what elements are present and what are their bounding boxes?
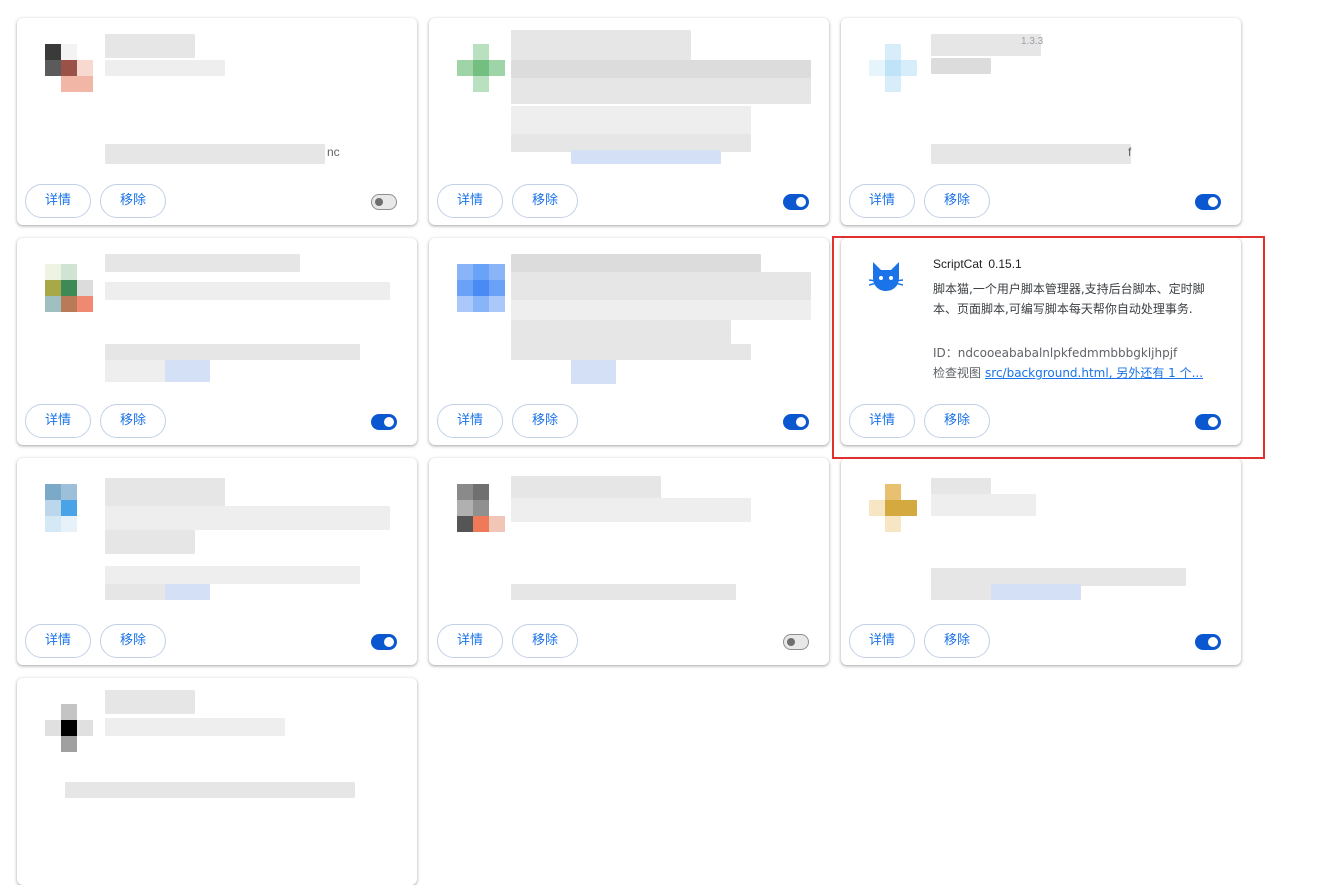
remove-button[interactable]: 移除 <box>924 404 990 438</box>
enable-toggle[interactable] <box>371 414 397 430</box>
extension-icon <box>457 44 505 92</box>
enable-toggle[interactable] <box>783 414 809 430</box>
remove-button[interactable]: 移除 <box>924 624 990 658</box>
details-button[interactable]: 详情 <box>849 624 915 658</box>
extension-icon <box>869 484 917 532</box>
remove-button[interactable]: 移除 <box>100 184 166 218</box>
details-button[interactable]: 详情 <box>437 404 503 438</box>
extension-version: 0.15.1 <box>988 257 1022 271</box>
inspect-views-link[interactable]: src/background.html, 另外还有 1 个... <box>985 366 1203 380</box>
version-fragment: 1.3.3 <box>1021 36 1044 47</box>
extension-card: 详情 移除 <box>429 458 829 665</box>
remove-button[interactable]: 移除 <box>924 184 990 218</box>
details-button[interactable]: 详情 <box>437 184 503 218</box>
extension-card: 详情 移除 <box>17 238 417 445</box>
extension-icon <box>45 264 93 312</box>
scriptcat-extension-card: ScriptCat 0.15.1 脚本猫,一个用户脚本管理器,支持后台脚本、定时脚… <box>841 238 1241 445</box>
extension-id-fragment: f <box>1128 145 1132 159</box>
extension-icon <box>457 484 505 532</box>
extension-card: 详情 移除 <box>841 458 1241 665</box>
extension-card: 1.3.3 f 详情 移除 <box>841 18 1241 225</box>
enable-toggle[interactable] <box>783 194 809 210</box>
remove-button[interactable]: 移除 <box>512 184 578 218</box>
details-button[interactable]: 详情 <box>849 184 915 218</box>
cat-icon <box>869 262 903 291</box>
extension-icon <box>45 44 93 92</box>
extension-id-fragment: nc <box>327 145 340 159</box>
details-button[interactable]: 详情 <box>25 184 91 218</box>
details-button[interactable]: 详情 <box>437 624 503 658</box>
remove-button[interactable]: 移除 <box>100 624 166 658</box>
extension-card: 详情 移除 <box>429 18 829 225</box>
details-button[interactable]: 详情 <box>25 624 91 658</box>
extension-name: ScriptCat <box>933 257 983 271</box>
extension-icon <box>45 704 93 752</box>
extension-card: 详情 移除 <box>429 238 829 445</box>
extension-icon <box>457 264 505 312</box>
details-button[interactable]: 详情 <box>849 404 915 438</box>
extension-icon <box>869 44 917 92</box>
remove-button[interactable]: 移除 <box>512 624 578 658</box>
details-button[interactable]: 详情 <box>25 404 91 438</box>
enable-toggle[interactable] <box>1195 634 1221 650</box>
extension-icon <box>45 484 93 532</box>
remove-button[interactable]: 移除 <box>512 404 578 438</box>
extension-card <box>17 678 417 885</box>
enable-toggle[interactable] <box>783 634 809 650</box>
enable-toggle[interactable] <box>371 194 397 210</box>
enable-toggle[interactable] <box>1195 414 1221 430</box>
extension-id: ID：ndcooeababalnlpkfedmmbbbgkljhpjf <box>933 346 1178 360</box>
extension-description: 脚本猫,一个用户脚本管理器,支持后台脚本、定时脚本、页面脚本,可编写脚本每天帮你… <box>933 282 1205 316</box>
remove-button[interactable]: 移除 <box>100 404 166 438</box>
extension-card: nc 详情 移除 <box>17 18 417 225</box>
enable-toggle[interactable] <box>1195 194 1221 210</box>
enable-toggle[interactable] <box>371 634 397 650</box>
extension-card: 详情 移除 <box>17 458 417 665</box>
inspect-views-label: 检查视图 <box>933 366 982 380</box>
